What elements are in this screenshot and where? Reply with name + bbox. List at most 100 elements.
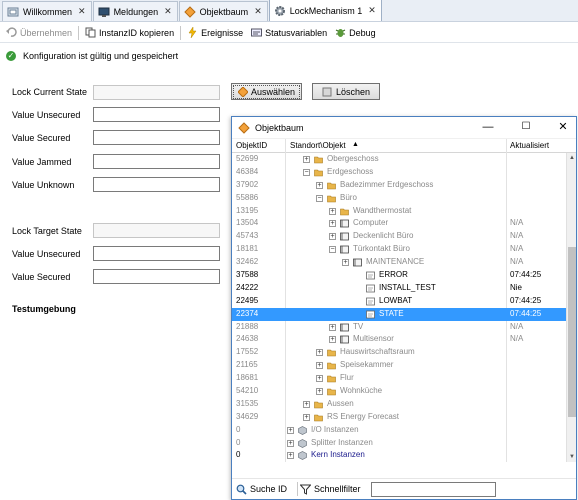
folder-icon [314,169,323,177]
events-button[interactable]: Ereignisse [183,24,247,42]
expand-icon[interactable]: + [303,156,310,163]
row-object-name: Flur [340,373,354,383]
expand-icon[interactable]: + [316,181,323,189]
folder-icon [314,414,323,422]
quickfilter-button[interactable]: Schnellfilter [300,484,361,495]
column-updated[interactable]: Aktualisiert [510,141,549,150]
lock-current-state-field[interactable] [93,85,220,100]
tree-row[interactable]: 22495 LOWBAT 07:44:25 [232,295,567,308]
copy-instance-id-button[interactable]: InstanzID kopieren [81,24,178,42]
tree-row[interactable]: 18681 + Flur [232,372,567,385]
collapse-icon[interactable]: − [329,246,336,254]
collapse-icon[interactable]: − [316,194,323,202]
folder-icon [327,350,336,357]
tree-row[interactable]: 46384 − Erdgeschoss [232,166,567,179]
apply-button[interactable]: Übernehmen [2,24,76,42]
row-object-name: Aussen [327,398,354,408]
device-icon [340,336,349,344]
expand-icon[interactable]: + [287,426,294,434]
tab-objektbaum[interactable]: Objektbaum ✕ [178,1,268,21]
row-object-id: 18681 [236,373,259,383]
folder-icon [327,195,336,202]
folder-icon [327,388,336,396]
search-icon [236,484,247,495]
tree-row[interactable]: 54210 + Wohnküche [232,385,567,398]
search-id-button[interactable]: Suche ID [236,484,287,495]
tree-row[interactable]: 55886 − Büro [232,192,567,205]
scroll-up-icon[interactable]: ▲ [567,153,577,163]
tree-row[interactable]: 13195 + Wandthermostat [232,205,567,218]
row-object-name: Obergeschoss [327,154,379,163]
column-objektid[interactable]: ObjektID [236,141,267,150]
tree-row[interactable]: 18181 − Türkontakt Büro N/A [232,243,567,256]
row-object-name: Wandthermostat [353,205,412,215]
tree-row[interactable]: 52699 + Obergeschoss [232,153,567,166]
minimize-icon[interactable]: — [482,121,494,133]
tree-row[interactable]: 32462 + MAINTENANCE N/A [232,256,567,269]
tab-meldungen[interactable]: Meldungen ✕ [92,1,178,21]
device-icon [340,232,349,241]
close-icon[interactable]: ✕ [164,6,172,17]
expand-icon[interactable]: + [287,452,294,460]
expand-icon[interactable]: + [329,336,336,344]
close-icon[interactable]: ✕ [368,5,376,16]
row-object-name: RS Energy Forecast [327,411,400,421]
expand-icon[interactable]: + [329,323,336,331]
label-lock-target-state: Lock Target State [12,226,82,236]
lightning-icon [188,27,197,38]
expand-icon[interactable]: + [329,220,336,228]
expand-icon[interactable]: + [342,259,349,267]
tab-lockmechanism[interactable]: LockMechanism 1 ✕ [268,0,382,21]
tree-row[interactable]: 0 + Kern Instanzen [232,449,567,461]
tree-row[interactable]: 17552 + Hauswirtschaftsraum [232,346,567,359]
quickfilter-input[interactable] [370,481,496,497]
tree-row[interactable]: 24638 + Multisensor N/A [232,333,567,346]
debug-button[interactable]: Debug [331,24,380,42]
expand-icon[interactable]: + [329,207,336,215]
tree-row[interactable]: 0 + I/O Instanzen [232,424,567,437]
tree-row[interactable]: 37902 + Badezimmer Erdgeschoss [232,179,567,192]
expand-icon[interactable]: + [303,400,310,408]
scroll-down-icon[interactable]: ▼ [567,452,577,462]
column-location[interactable]: Standort\Objekt [290,141,346,150]
value-jammed-field[interactable] [93,154,220,169]
vertical-scrollbar[interactable]: ▲ ▼ [566,153,576,462]
expand-icon[interactable]: + [316,349,323,357]
variable-icon [366,284,375,293]
delete-button[interactable]: Löschen [312,83,380,100]
lock-target-state-field[interactable] [93,223,220,238]
tree-row[interactable]: 45743 + Deckenlicht Büro N/A [232,230,567,243]
tree-row[interactable]: 24222 INSTALL_TEST Nie [232,282,567,295]
expand-icon[interactable]: + [316,388,323,396]
value-unsecured-2-field[interactable] [93,246,220,261]
tree-row[interactable]: 22374 STATE 07:44:25 [232,307,567,321]
tree-row[interactable]: 0 + Splitter Instanzen [232,437,567,450]
value-secured-field[interactable] [93,130,220,145]
expand-icon[interactable]: + [329,233,336,241]
value-unknown-field[interactable] [93,177,220,192]
collapse-icon[interactable]: − [303,168,310,176]
tree-row[interactable]: 21888 + TV N/A [232,321,567,334]
expand-icon[interactable]: + [316,375,323,383]
tree-row[interactable]: 13504 + Computer N/A [232,217,567,230]
scroll-thumb[interactable] [568,247,576,417]
tree-row[interactable]: 31535 + Aussen [232,398,567,411]
expand-icon[interactable]: + [316,362,323,370]
value-secured-2-field[interactable] [93,269,220,284]
close-icon[interactable]: ✕ [78,6,86,17]
tree-row[interactable]: 34629 + RS Energy Forecast [232,411,567,424]
select-button[interactable]: Auswählen [231,83,302,100]
maximize-icon[interactable]: ☐ [520,121,532,133]
value-unsecured-field[interactable] [93,107,220,122]
tab-willkommen[interactable]: Willkommen ✕ [2,1,92,21]
tree-row[interactable]: 21165 + Speisekammer [232,359,567,372]
expand-icon[interactable]: + [303,413,310,421]
expand-icon[interactable]: + [287,439,294,447]
column-header: ObjektID Standort\Objekt ▲ Aktualisiert [232,139,576,153]
row-object-name: Speisekammer [340,360,394,370]
close-icon[interactable]: ✕ [557,121,569,133]
tree-row[interactable]: 37588 ERROR 07:44:25 [232,269,567,282]
status-variables-button[interactable]: Statusvariablen [247,24,331,42]
close-icon[interactable]: ✕ [254,6,262,17]
folder-icon [327,182,336,190]
